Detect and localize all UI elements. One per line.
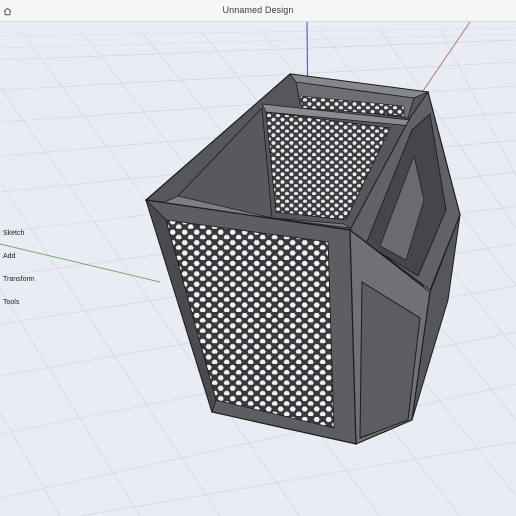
title-bar: Unnamed Design — [0, 0, 516, 22]
menu-tools[interactable]: Tools — [3, 299, 19, 306]
hex-pencil-holder-model[interactable] — [144, 73, 461, 445]
3d-viewport[interactable]: Sketch Add Transform Tools — [0, 22, 516, 516]
scene-canvas[interactable] — [0, 22, 516, 516]
window-title: Unnamed Design — [222, 5, 294, 15]
menu-add[interactable]: Add — [3, 253, 15, 260]
menu-sketch[interactable]: Sketch — [3, 230, 24, 237]
menu-transform[interactable]: Transform — [3, 276, 35, 283]
